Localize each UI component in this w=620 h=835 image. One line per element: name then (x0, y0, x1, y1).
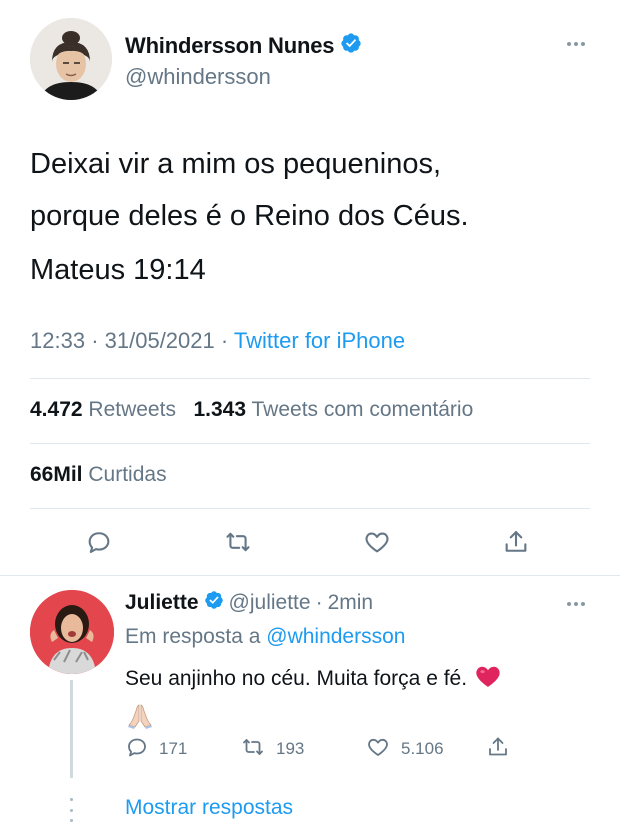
like-icon (365, 735, 391, 764)
tweet-line-2: porque deles é o Reino dos Céus. (30, 200, 469, 232)
reply-author-handle[interactable]: @juliette (229, 591, 311, 615)
reply-author-name[interactable]: Juliette (125, 591, 199, 615)
retweets-count: 4.472 (30, 398, 83, 421)
in-reply-handle-link[interactable]: @whindersson (266, 625, 405, 648)
retweets-label: Retweets (88, 398, 176, 421)
in-reply-prefix: Em resposta a (125, 625, 261, 648)
likes-stat[interactable]: 66Mil Curtidas (30, 463, 167, 487)
reply-reply-button[interactable]: 171 (125, 736, 187, 762)
retweets-stat[interactable]: 4.472 Retweets (30, 398, 176, 421)
author-avatar[interactable] (30, 18, 112, 100)
more-options-icon[interactable] (564, 34, 588, 54)
tweet-source-link[interactable]: Twitter for iPhone (234, 328, 405, 353)
quotes-label: Tweets com comentário (251, 398, 474, 421)
verified-badge-icon (204, 590, 224, 616)
tweet-reference: Mateus 19:14 (30, 254, 206, 286)
retweet-count: 193 (276, 739, 305, 758)
quotes-stat[interactable]: 1.343 Tweets com comentário (193, 398, 473, 421)
tweet-line-1: Deixai vir a mim os pequeninos, (30, 148, 442, 180)
reply-like-button[interactable]: 5.106 (365, 736, 444, 762)
thread-dots-icon (68, 798, 74, 822)
reply-avatar[interactable] (30, 590, 114, 674)
share-icon (486, 735, 510, 764)
share-icon[interactable] (496, 520, 536, 564)
reply-time: 2min (327, 591, 374, 614)
reply-header: Juliette @juliette · 2min (125, 590, 373, 616)
reply-share-button[interactable] (486, 736, 510, 762)
meta-separator: · (91, 328, 99, 353)
divider (30, 443, 590, 444)
retweet-icon (240, 735, 266, 764)
likes-count: 66Mil (30, 463, 83, 486)
tweet-time: 12:33 (30, 328, 86, 353)
reply-count: 171 (159, 739, 188, 758)
tweet-actions (0, 520, 620, 564)
author-handle[interactable]: @whindersson (125, 64, 271, 90)
reply-text-body: Seu anjinho no céu. Muita força e fé. (125, 667, 468, 690)
quotes-count: 1.343 (193, 398, 247, 421)
divider (30, 378, 590, 379)
tweet-date: 31/05/2021 (104, 328, 215, 353)
reply-separator: · (315, 591, 323, 614)
divider (30, 508, 590, 509)
reply-actions: 171 193 5.106 (125, 736, 545, 762)
author-name[interactable]: Whindersson Nunes (125, 33, 334, 59)
verified-badge-icon (340, 32, 362, 60)
reply-icon (125, 735, 149, 764)
reply-text: Seu anjinho no céu. Muita força e fé. (125, 664, 501, 694)
show-replies-link[interactable]: Mostrar respostas (125, 796, 293, 820)
like-icon[interactable] (357, 520, 397, 564)
red-heart-icon (475, 664, 501, 694)
reply-icon[interactable] (79, 520, 119, 564)
retweet-icon[interactable] (218, 520, 258, 564)
likes-label: Curtidas (88, 463, 167, 486)
like-count: 5.106 (401, 739, 444, 758)
praying-hands-icon (125, 703, 155, 734)
in-reply-to: Em resposta a @whindersson (125, 625, 405, 649)
thread-line (70, 680, 73, 778)
meta-separator: · (220, 328, 229, 353)
engagement-stats: 4.472 Retweets 1.343 Tweets com comentár… (30, 398, 473, 422)
author-name-row[interactable]: Whindersson Nunes (125, 32, 362, 60)
reply-retweet-button[interactable]: 193 (240, 736, 304, 762)
reply-more-options-icon[interactable] (564, 595, 588, 613)
divider (0, 575, 620, 576)
tweet-meta: 12:33 · 31/05/2021 · Twitter for iPhone (30, 328, 405, 354)
tweet-text: Deixai vir a mim os pequeninos, porque d… (30, 138, 590, 242)
